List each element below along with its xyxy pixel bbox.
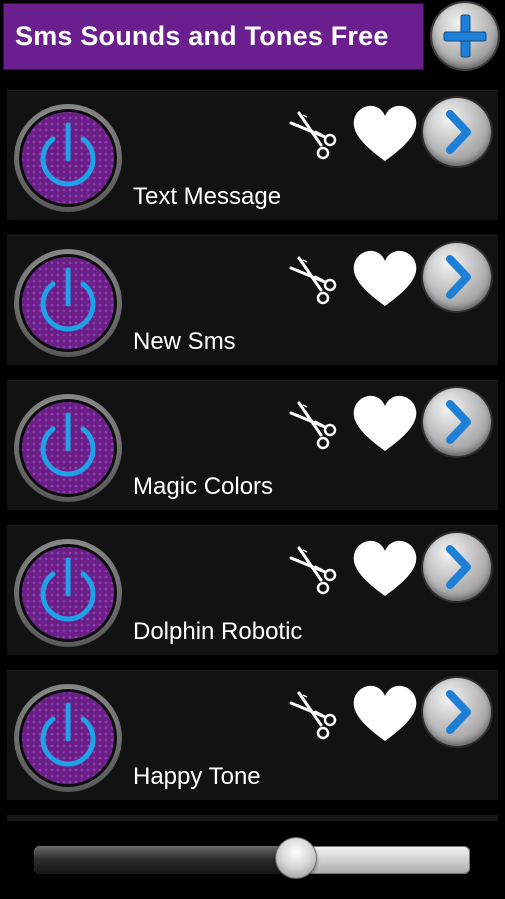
scissors-icon[interactable] xyxy=(285,250,347,312)
chevron-right-icon xyxy=(446,255,471,299)
play-button[interactable] xyxy=(13,683,123,793)
chevron-right-icon xyxy=(446,110,471,154)
list-item: Dolphin Robotic xyxy=(7,525,498,655)
list-item: New Sms xyxy=(7,235,498,365)
power-icon xyxy=(14,539,122,647)
power-icon xyxy=(14,104,122,212)
heart-icon[interactable] xyxy=(350,248,420,310)
list-item-partial xyxy=(7,815,498,821)
list-item-title: Magic Colors xyxy=(133,473,274,500)
heart-icon[interactable] xyxy=(350,103,420,165)
add-button[interactable] xyxy=(432,3,498,69)
open-button[interactable] xyxy=(423,533,491,601)
volume-slider-fill xyxy=(34,846,296,874)
list-item: Magic Colors xyxy=(7,380,498,510)
open-button[interactable] xyxy=(423,243,491,311)
list-item: Text Message xyxy=(7,90,498,220)
play-button[interactable] xyxy=(13,103,123,213)
ringtone-list: Text Message New Sms Magic Colors Dolphi… xyxy=(7,90,498,815)
volume-slider[interactable] xyxy=(34,846,470,874)
scissors-icon[interactable] xyxy=(285,540,347,602)
app-header: Sms Sounds and Tones Free xyxy=(3,3,424,70)
volume-slider-thumb[interactable] xyxy=(275,838,316,878)
power-icon xyxy=(14,394,122,502)
power-icon xyxy=(14,684,122,792)
list-item-title: New Sms xyxy=(133,328,236,355)
scissors-icon[interactable] xyxy=(285,395,347,457)
app-screen: Sms Sounds and Tones Free Text Message N… xyxy=(0,0,505,899)
list-item: Happy Tone xyxy=(7,670,498,800)
heart-icon[interactable] xyxy=(350,683,420,745)
open-button[interactable] xyxy=(423,678,491,746)
open-button[interactable] xyxy=(423,98,491,166)
list-item-title: Text Message xyxy=(133,183,282,210)
scissors-icon[interactable] xyxy=(285,685,347,747)
heart-icon[interactable] xyxy=(350,538,420,600)
play-button[interactable] xyxy=(13,538,123,648)
scissors-icon[interactable] xyxy=(285,105,347,167)
chevron-right-icon xyxy=(446,690,471,734)
app-title: Sms Sounds and Tones Free xyxy=(15,21,389,51)
chevron-right-icon xyxy=(446,545,471,589)
play-button[interactable] xyxy=(13,393,123,503)
chevron-right-icon xyxy=(446,400,471,444)
play-button[interactable] xyxy=(13,248,123,358)
power-icon xyxy=(14,249,122,357)
heart-icon[interactable] xyxy=(350,393,420,455)
list-item-title: Dolphin Robotic xyxy=(133,618,303,645)
plus-icon xyxy=(443,14,487,58)
list-item-title: Happy Tone xyxy=(133,763,261,790)
open-button[interactable] xyxy=(423,388,491,456)
